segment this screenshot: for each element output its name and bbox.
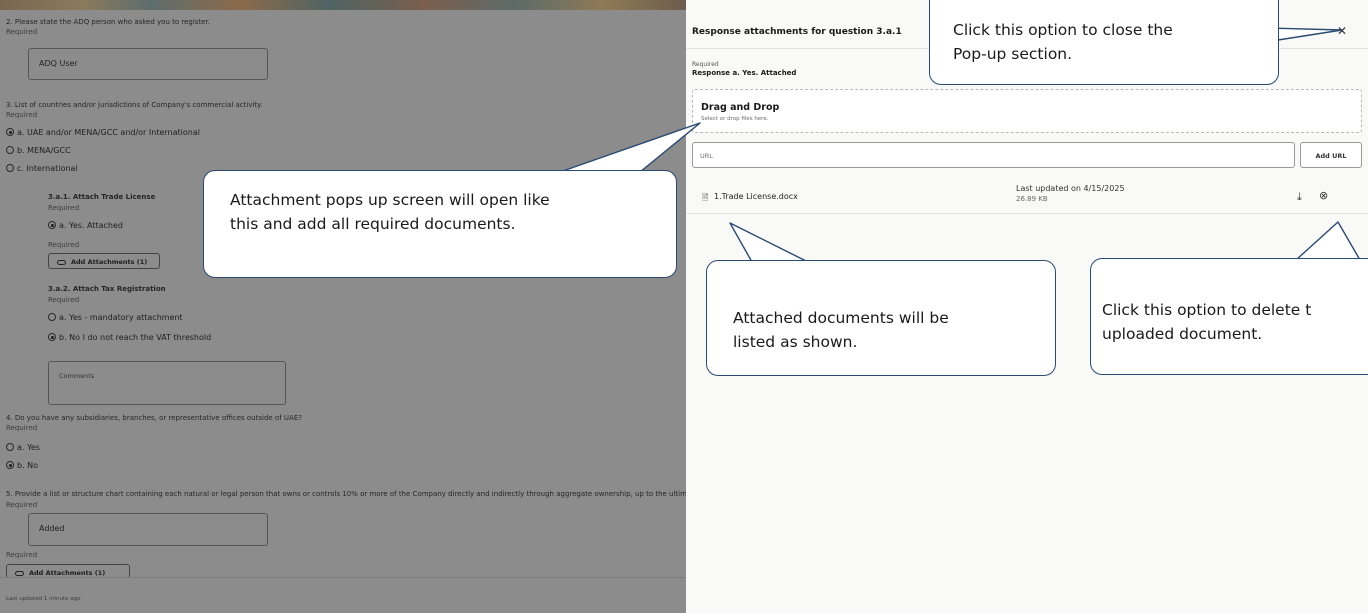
question-3a2-label: 3.a.2. Attach Tax Registration [48,285,166,293]
drag-and-drop-zone[interactable]: Drag and Drop Select or drop files here. [692,89,1362,133]
radio-option[interactable]: a. Yes. Attached [48,221,123,230]
attachment-name[interactable]: 1.Trade License.docx [714,192,798,201]
radio-option[interactable]: b. No I do not reach the VAT threshold [48,333,211,342]
header-banner [0,0,686,10]
radio-icon [6,164,14,172]
question-4-label: 4. Do you have any subsidiaries, branche… [6,414,302,422]
paperclip-icon [57,260,66,265]
add-attachments-button[interactable]: Add Attachments (1) [6,564,130,578]
radio-option[interactable]: a. Yes - mandatory attachment [48,313,183,322]
radio-option[interactable]: a. UAE and/or MENA/GCC and/or Internatio… [6,128,200,137]
radio-selected-icon [48,333,56,341]
adq-person-input[interactable]: ADQ User [28,48,268,80]
close-callout-line: Pop-up section. [953,45,1073,63]
required-text: Required [6,501,38,509]
radio-option[interactable]: b. MENA/GCC [6,146,71,155]
required-text: Required [48,296,80,304]
question-3a1-label: 3.a.1. Attach Trade License [48,193,156,201]
required-text: Required [48,204,80,212]
required-text: Required [6,551,38,559]
radio-option[interactable]: c. International [6,164,78,173]
radio-icon [6,443,14,451]
attachment-size: 26.89 KB [1016,195,1048,203]
footer-divider [0,577,686,578]
required-text: Required [6,424,38,432]
last-updated-text: Last updated 1 minute ago [6,596,81,602]
radio-icon [48,313,56,321]
required-text: Required [692,61,719,68]
question-2-label: 2. Please state the ADQ person who asked… [6,18,210,26]
dropzone-subtitle: Select or drop files here. [701,116,769,122]
comments-textarea[interactable]: Comments [48,361,286,405]
radio-selected-icon [6,461,14,469]
radio-option[interactable]: b. No [6,461,38,470]
listed-callout-line: Attached documents will be [733,309,949,327]
radio-selected-icon [6,128,14,136]
add-url-button[interactable]: Add URL [1300,142,1362,168]
close-callout-line: Click this option to close the [953,21,1173,39]
close-icon[interactable]: ✕ [1337,24,1347,38]
radio-selected-icon [48,221,56,229]
delete-callout-line: Click this option to delete t [1102,301,1312,319]
paperclip-icon [15,571,24,576]
document-icon: 🗎 [702,193,709,202]
close-callout: Click this option to close the Pop-up se… [929,0,1279,85]
url-input[interactable]: URL [692,142,1295,168]
attachment-updated: Last updated on 4/15/2025 [1016,184,1125,193]
delete-callout: Click this option to delete t uploaded d… [1090,258,1368,375]
question-5-label: 5. Provide a list or structure chart con… [6,490,686,498]
delete-callout-line: uploaded document. [1102,325,1263,343]
popup-callout-line: Attachment pops up screen will open like [230,191,550,209]
listed-callout: Attached documents will be listed as sho… [706,260,1056,376]
background-form: 2. Please state the ADQ person who asked… [0,0,686,613]
popup-callout-line: this and add all required documents. [230,215,516,233]
radio-icon [6,146,14,154]
required-text: Required [6,111,38,119]
dropzone-title: Drag and Drop [701,102,780,113]
drawer-title: Response attachments for question 3.a.1 [692,27,902,37]
add-attachments-button[interactable]: Add Attachments (1) [48,253,160,269]
download-icon[interactable]: ⤓ [1297,190,1302,204]
structure-chart-input[interactable]: Added [28,513,268,546]
radio-option[interactable]: a. Yes [6,443,40,452]
required-text: Required [48,241,80,249]
attachment-row: 🗎 1.Trade License.docx Last updated on 4… [686,176,1368,214]
question-3-label: 3. List of countries and/or jurisdiction… [6,101,263,109]
response-label: Response a. Yes. Attached [692,69,797,77]
listed-callout-line: listed as shown. [733,333,858,351]
delete-icon[interactable]: ⊗ [1319,189,1328,202]
required-text: Required [6,28,38,36]
popup-callout: Attachment pops up screen will open like… [203,170,677,278]
